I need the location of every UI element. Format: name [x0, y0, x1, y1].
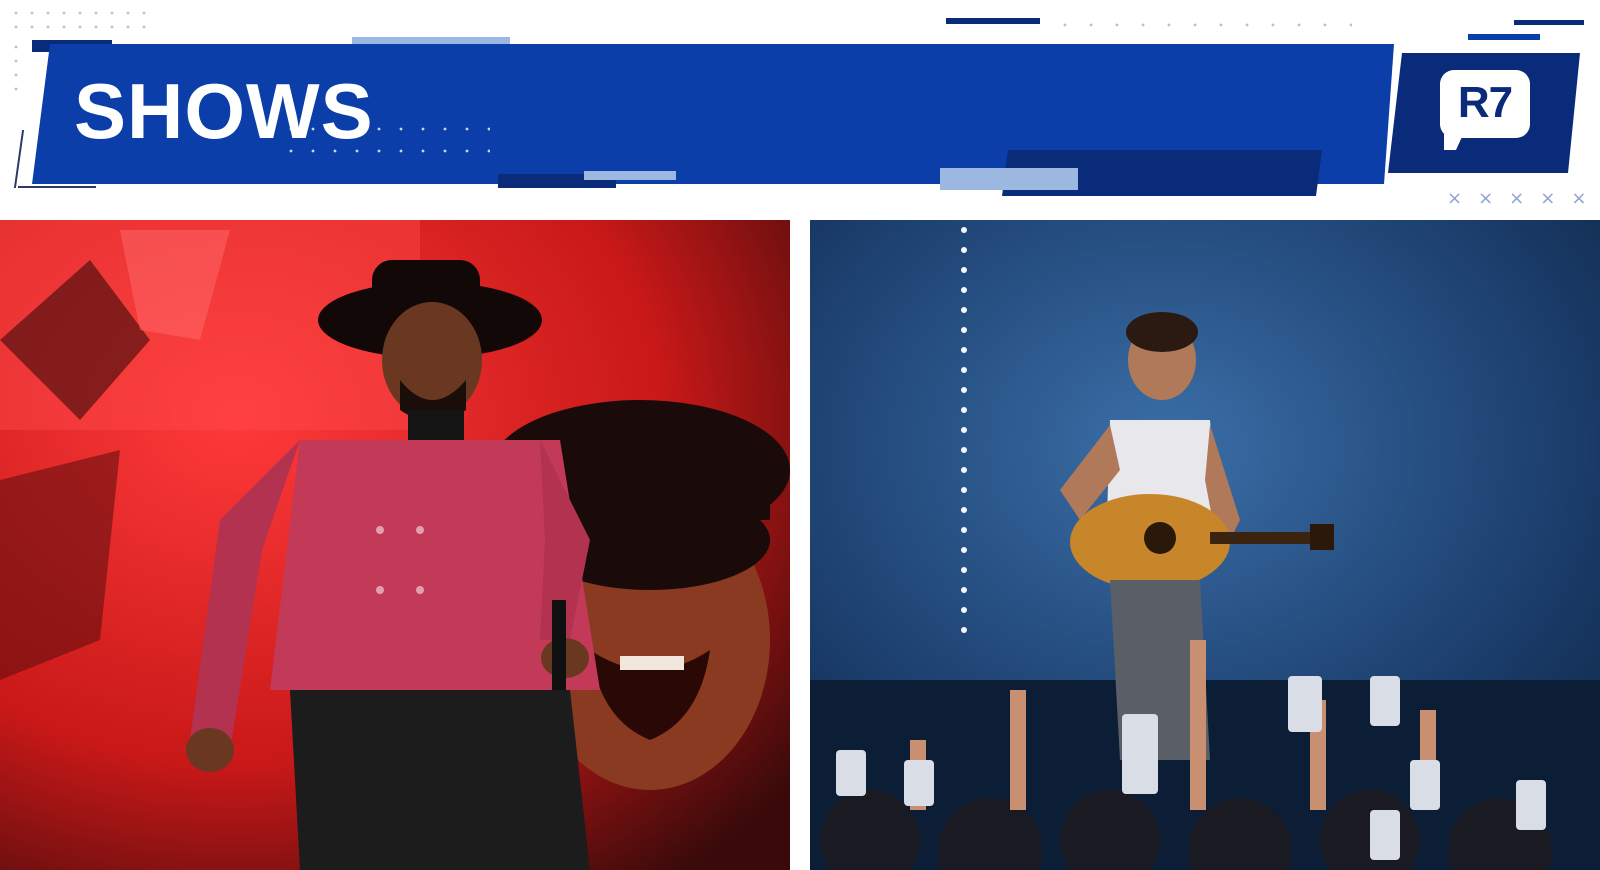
photo-divider [790, 215, 810, 870]
navy-accent-line-top-center [946, 18, 1040, 24]
dots-decoration-top-right [1052, 18, 1352, 32]
header-banner: SHOWS R7 ××××× [0, 0, 1600, 215]
x-marks-decoration: ××××× [1447, 188, 1600, 209]
guitarist-concert-photo[interactable] [810, 220, 1600, 870]
photo-icon [810, 220, 1600, 870]
light-accent-bar-bottom-right [940, 168, 1078, 190]
outline-line-vertical [13, 130, 25, 188]
page-title: SHOWS [74, 67, 374, 155]
singer-in-hat-photo[interactable] [0, 220, 790, 870]
logo-bubble-tail-icon [1444, 128, 1466, 150]
photo-icon [0, 220, 790, 870]
dots-decoration-left-edge [8, 40, 28, 100]
light-accent-bar-bottom-left [584, 171, 676, 180]
r7-logo: R7 [1457, 78, 1513, 127]
dots-decoration-left [8, 6, 158, 34]
outline-line-horizontal [18, 186, 96, 188]
blue-accent-line-top-right [1468, 34, 1540, 40]
navy-accent-line-top-right [1514, 20, 1584, 25]
